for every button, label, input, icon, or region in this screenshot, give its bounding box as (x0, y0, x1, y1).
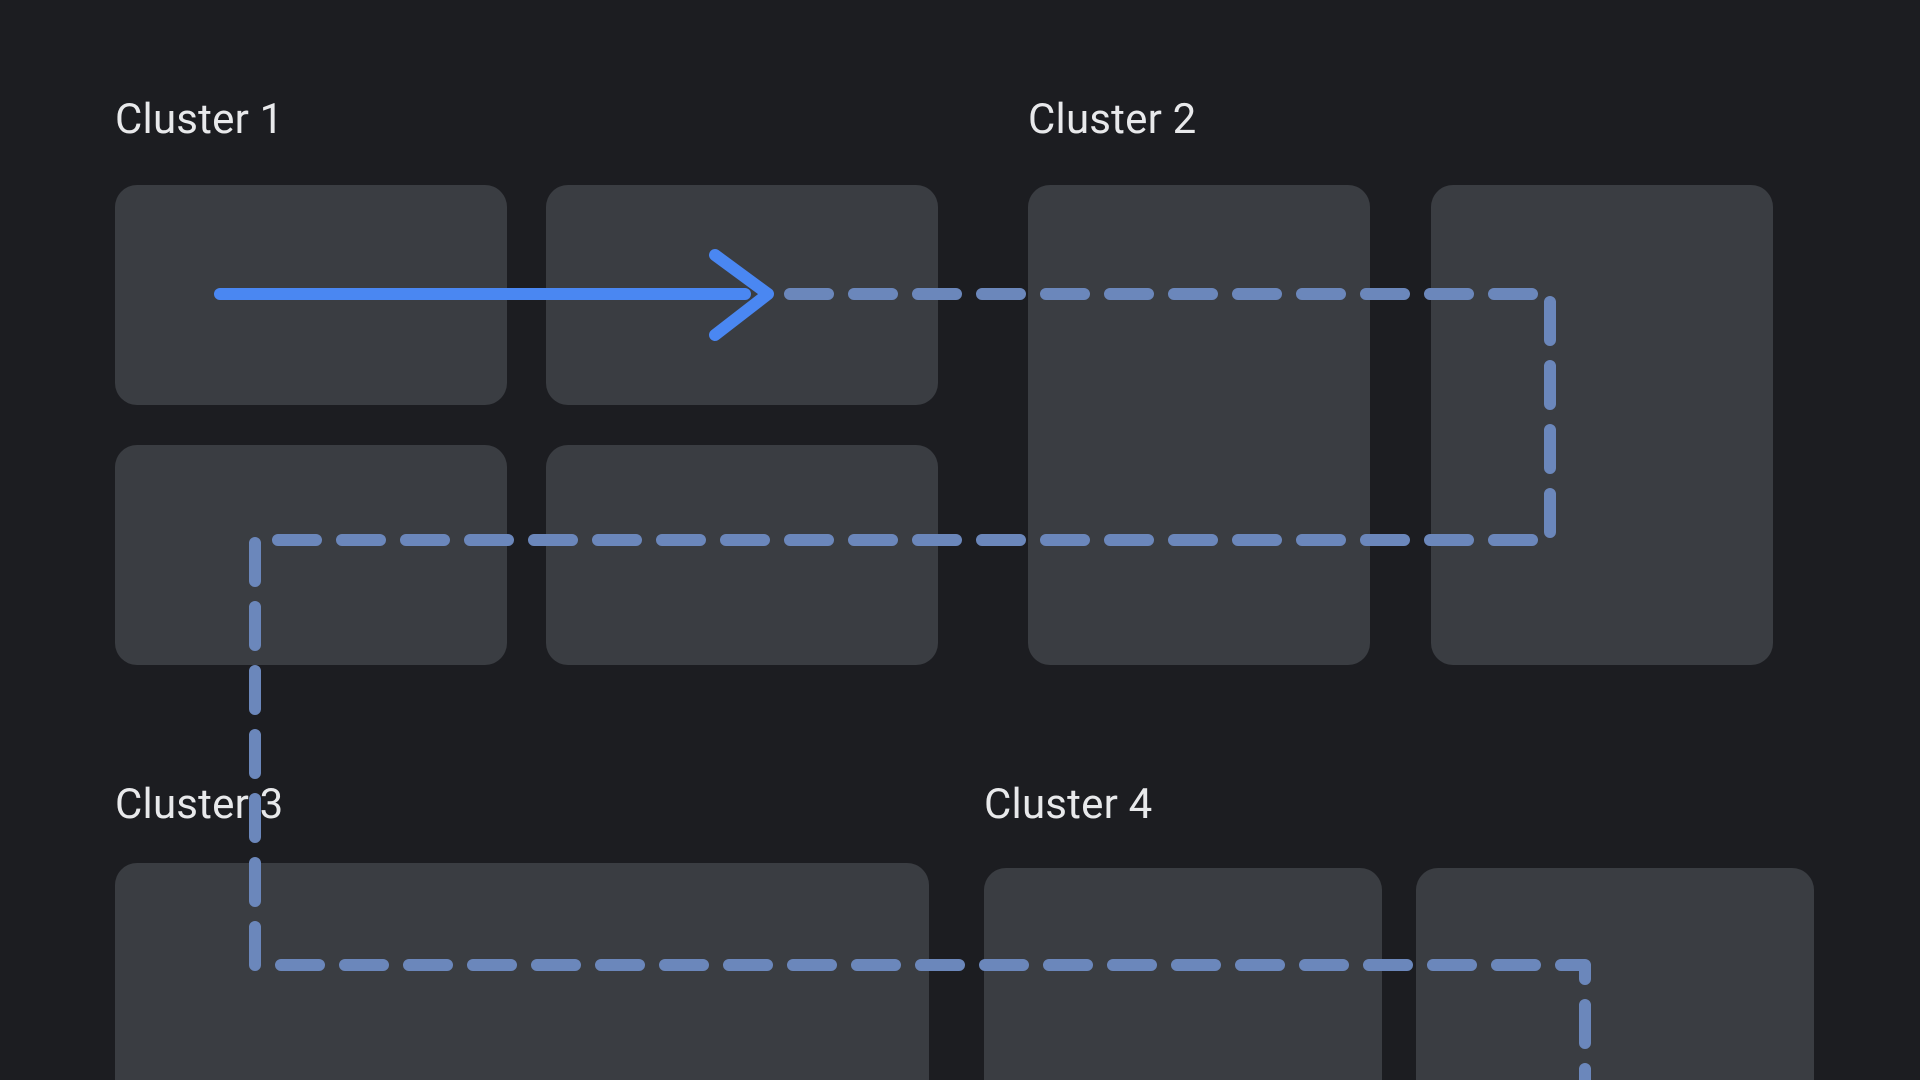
cluster-1-box (115, 445, 507, 665)
cluster-4-box (984, 868, 1382, 1080)
cluster-4-box (1416, 868, 1814, 1080)
cluster-2-label: Cluster 2 (1028, 95, 1196, 144)
cluster-3-box (115, 863, 929, 1080)
cluster-2-box (1431, 185, 1773, 665)
cluster-1-box (546, 185, 938, 405)
cluster-1-label: Cluster 1 (115, 95, 283, 144)
cluster-2-box (1028, 185, 1370, 665)
cluster-4-label: Cluster 4 (984, 780, 1152, 829)
cluster-1-box (546, 445, 938, 665)
cluster-3-label: Cluster 3 (115, 780, 283, 829)
cluster-1-box (115, 185, 507, 405)
